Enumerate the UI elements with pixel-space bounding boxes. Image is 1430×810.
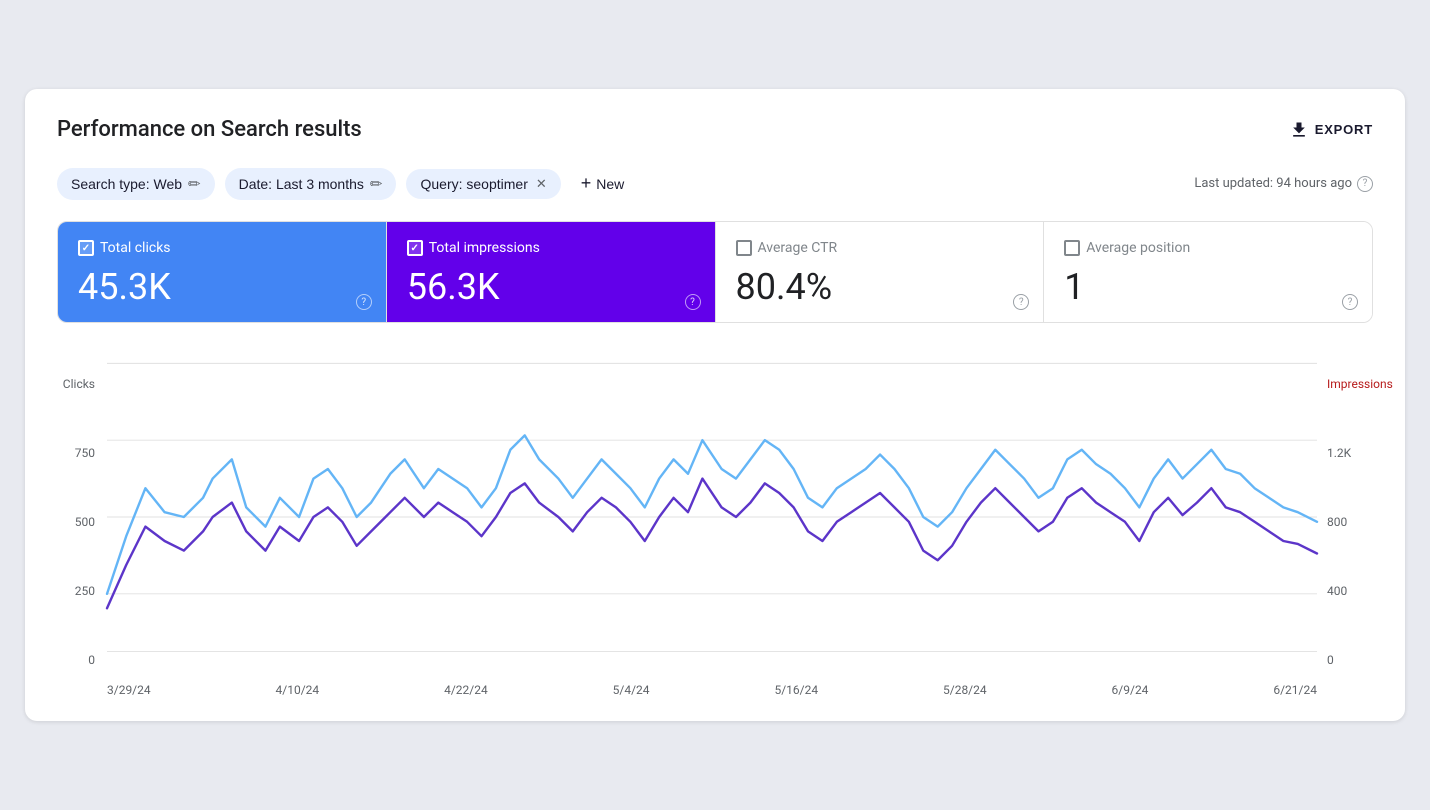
x-labels: 3/29/24 4/10/24 4/22/24 5/4/24 5/16/24 5… [107,683,1317,697]
impressions-help: ? [685,290,701,311]
impressions-checkbox[interactable] [407,240,423,256]
last-updated: Last updated: 94 hours ago ? [1194,176,1373,192]
impressions-value: 56.3K [407,266,695,308]
metric-avg-ctr[interactable]: Average CTR 80.4% ? [716,222,1045,322]
edit-icon: ✏ [188,175,201,193]
metric-total-clicks[interactable]: Total clicks 45.3K ? [58,222,387,322]
clicks-help: ? [356,290,372,311]
y-right-tick-800: 800 [1327,515,1373,529]
clicks-line [107,435,1317,593]
y-left-tick-0: 0 [57,653,95,667]
metric-position-label: Average position [1064,240,1352,256]
impressions-help-icon[interactable]: ? [685,294,701,310]
x-label-5: 5/16/24 [774,683,818,697]
edit-icon-date: ✏ [370,175,383,193]
export-label: EXPORT [1315,122,1373,137]
date-filter[interactable]: Date: Last 3 months ✏ [225,168,397,200]
impressions-line [107,479,1317,609]
clicks-checkbox[interactable] [78,240,94,256]
chart-svg [107,357,1317,677]
x-label-7: 6/9/24 [1112,683,1149,697]
x-label-3: 4/22/24 [444,683,488,697]
metrics-row: Total clicks 45.3K ? Total impressions 5… [57,221,1373,323]
query-label: Query: seoptimer [420,176,527,192]
ctr-checkbox[interactable] [736,240,752,256]
x-label-6: 5/28/24 [943,683,987,697]
clicks-value: 45.3K [78,266,366,308]
metric-total-impressions[interactable]: Total impressions 56.3K ? [387,222,716,322]
position-help: ? [1342,290,1358,311]
position-checkbox[interactable] [1064,240,1080,256]
x-label-1: 3/29/24 [107,683,151,697]
main-card: Performance on Search results EXPORT Sea… [25,89,1405,721]
metric-impressions-label: Total impressions [407,240,695,256]
chart-area: Clicks 750 500 250 0 Impressions 1.2K 80… [57,331,1373,697]
new-label: New [596,176,624,192]
export-button[interactable]: EXPORT [1289,120,1373,140]
date-label: Date: Last 3 months [239,176,364,192]
clicks-help-icon[interactable]: ? [356,294,372,310]
x-label-4: 5/4/24 [613,683,650,697]
y-right-tick-0: 0 [1327,653,1373,667]
query-filter[interactable]: Query: seoptimer ✕ [406,169,560,199]
ctr-help-icon[interactable]: ? [1013,294,1029,310]
x-label-2: 4/10/24 [276,683,320,697]
position-help-icon[interactable]: ? [1342,294,1358,310]
header-row: Performance on Search results EXPORT [57,117,1373,142]
search-type-filter[interactable]: Search type: Web ✏ [57,168,215,200]
new-filter-button[interactable]: + New [571,166,635,201]
metric-clicks-label: Total clicks [78,240,366,256]
page-title: Performance on Search results [57,117,362,142]
y-left-tick-500: 500 [57,515,95,529]
y-left-tick-750: 750 [57,446,95,460]
export-icon [1289,120,1309,140]
y-right-tick-400: 400 [1327,584,1373,598]
y-left-tick-250: 250 [57,584,95,598]
close-icon: ✕ [536,176,547,192]
search-type-label: Search type: Web [71,176,182,192]
metric-avg-position[interactable]: Average position 1 ? [1044,222,1372,322]
x-label-8: 6/21/24 [1273,683,1317,697]
ctr-help: ? [1013,290,1029,311]
y-right-label: Impressions [1327,377,1373,391]
y-left-label: Clicks [57,377,95,391]
plus-icon: + [581,173,592,194]
position-value: 1 [1064,266,1352,308]
last-updated-help-icon[interactable]: ? [1357,176,1373,192]
filter-row: Search type: Web ✏ Date: Last 3 months ✏… [57,166,1373,201]
metric-ctr-label: Average CTR [736,240,1024,256]
y-right-tick-12k: 1.2K [1327,446,1373,460]
ctr-value: 80.4% [736,266,1024,308]
